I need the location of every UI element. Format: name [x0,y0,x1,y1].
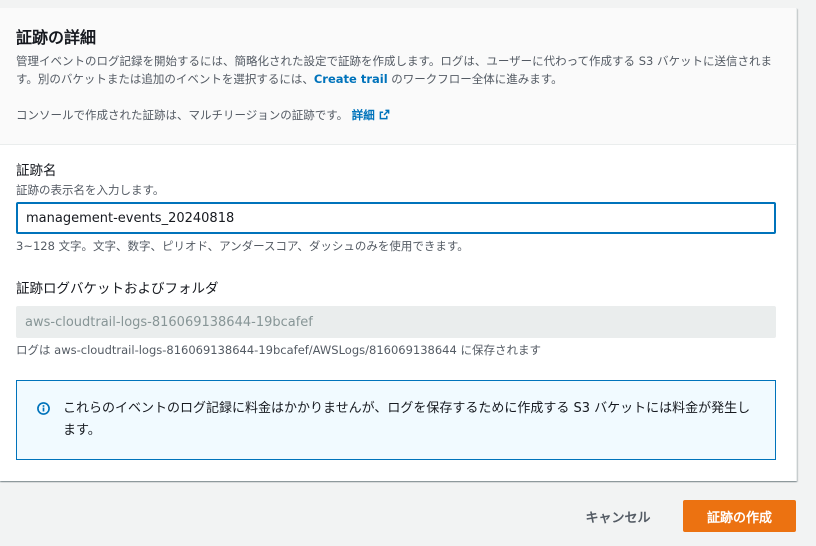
bucket-hint: ログは aws-cloudtrail-logs-816069138644-19b… [16,343,541,357]
cancel-button[interactable]: キャンセル [570,500,666,532]
note-text: コンソールで作成された証跡は、マルチリージョンの証跡です。 [16,108,349,122]
trail-name-constraint: 3~128 文字。文字、数字、ピリオド、アンダースコア、ダッシュのみを使用できま… [16,239,469,253]
cost-info-alert: これらのイベントのログ記録に料金はかかりませんが、ログを保存するために作成する … [16,380,776,460]
panel-description: 管理イベントのログ記録を開始するには、簡略化された設定で証跡を作成します。ログは… [16,52,778,88]
panel-header: 証跡の詳細 管理イベントのログ記録を開始するには、簡略化された設定で証跡を作成し… [0,8,796,145]
info-icon [37,402,50,415]
description-text-2: のワークフロー全体に進みます。 [387,72,563,86]
multi-region-note: コンソールで作成された証跡は、マルチリージョンの証跡です。 詳細 [16,106,390,124]
trail-name-input[interactable] [16,202,776,234]
bucket-input [16,306,776,338]
panel-title: 証跡の詳細 [16,28,97,47]
trail-name-label: 証跡名 [16,163,57,179]
bucket-label: 証跡ログバケットおよびフォルダ [16,281,219,297]
trail-name-description: 証跡の表示名を入力します。 [16,183,165,197]
learn-more-label: 詳細 [351,108,375,122]
cost-info-text: これらのイベントのログ記録に料金はかかりませんが、ログを保存するために作成する … [63,401,751,438]
create-trail-link[interactable]: Create trail [314,72,388,86]
trail-details-panel: 証跡の詳細 管理イベントのログ記録を開始するには、簡略化された設定で証跡を作成し… [0,8,797,481]
learn-more-link[interactable]: 詳細 [352,108,390,122]
create-trail-button[interactable]: 証跡の作成 [683,500,796,532]
external-link-icon [379,109,390,120]
